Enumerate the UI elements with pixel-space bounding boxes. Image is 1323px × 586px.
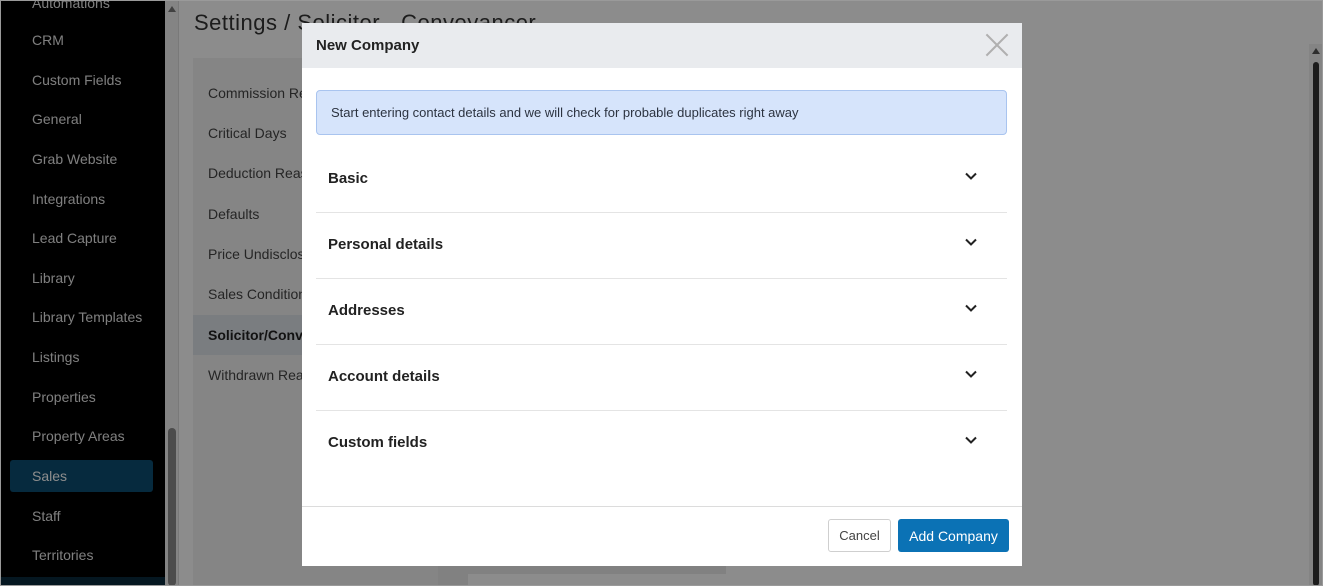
section-label: Custom fields — [328, 434, 428, 451]
close-icon[interactable] — [984, 32, 1010, 58]
chevron-down-icon[interactable] — [964, 169, 978, 183]
chevron-down-icon[interactable] — [964, 433, 978, 447]
chevron-down-icon[interactable] — [964, 301, 978, 315]
section-custom-fields[interactable]: Custom fields — [316, 411, 1007, 477]
section-personal-details[interactable]: Personal details — [316, 213, 1007, 279]
new-company-modal: New Company Start entering contact detai… — [302, 23, 1022, 566]
duplicate-check-info: Start entering contact details and we wi… — [316, 90, 1007, 135]
section-label: Account details — [328, 368, 440, 385]
section-account-details[interactable]: Account details — [316, 345, 1007, 411]
chevron-down-icon[interactable] — [964, 367, 978, 381]
modal-header: New Company — [302, 23, 1022, 68]
section-label: Basic — [328, 170, 369, 187]
section-label: Addresses — [328, 302, 405, 319]
section-label: Personal details — [328, 236, 444, 253]
modal-footer: Cancel Add Company — [302, 506, 1022, 566]
chevron-down-icon[interactable] — [964, 235, 978, 249]
add-company-button[interactable]: Add Company — [898, 519, 1009, 552]
cancel-button[interactable]: Cancel — [828, 519, 891, 552]
modal-title: New Company — [316, 37, 420, 54]
section-basic[interactable]: Basic — [316, 147, 1007, 213]
section-addresses[interactable]: Addresses — [316, 279, 1007, 345]
